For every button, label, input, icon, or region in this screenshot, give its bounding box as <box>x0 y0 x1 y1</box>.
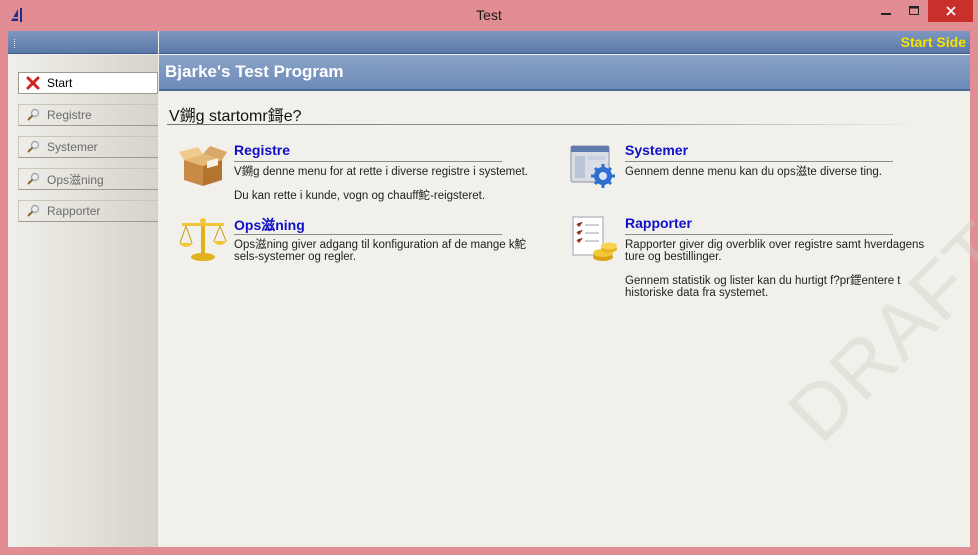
sidebar-item-rapporter[interactable]: Rapporter <box>18 200 158 222</box>
box-icon[interactable] <box>178 142 228 190</box>
sidebar-item-label: Systemer <box>47 140 98 154</box>
tile-divider <box>625 234 893 235</box>
tile-systemer: Systemer Gennem denne menu kan du ops滋te… <box>569 142 959 212</box>
close-icon <box>945 6 956 16</box>
magnifier-icon <box>25 139 41 155</box>
start-side-label[interactable]: Start Side <box>901 34 966 50</box>
sidebar-item-label: Rapporter <box>47 204 101 218</box>
tile-title[interactable]: Systemer <box>625 142 688 158</box>
page-question: V鎙g startomr鎶e? <box>169 108 302 125</box>
tile-title[interactable]: Registre <box>234 142 290 158</box>
tile-desc-text: Gennem denne menu kan du ops滋te diverse … <box>625 166 882 178</box>
tile-title[interactable]: Rapporter <box>625 215 692 231</box>
sidebar-item-registre[interactable]: Registre <box>18 104 158 126</box>
tile-desc-text: Du kan rette i kunde, vogn og chauff鮀-re… <box>234 190 486 202</box>
maximize-button[interactable] <box>900 0 928 22</box>
tile-title[interactable]: Ops滋ning <box>234 215 305 235</box>
window-title: Test <box>476 7 502 23</box>
tile-opsaetning: Ops滋ning Ops滋ning giver adgang til konfi… <box>178 215 558 285</box>
magnifier-icon <box>25 203 41 219</box>
sidebar-item-label: Ops滋ning <box>47 172 104 187</box>
tile-desc-text: V鎙g denne menu for at rette i diverse re… <box>234 166 529 178</box>
tile-description: Ops滋ning giver adgang til konfiguration … <box>234 239 534 275</box>
tile-description: Gennem denne menu kan du ops滋te diverse … <box>625 166 945 190</box>
sidebar-toolbar <box>8 31 158 54</box>
tile-desc-text: Ops滋ning giver adgang til konfiguration … <box>234 239 527 263</box>
magnifier-icon <box>25 171 41 187</box>
divider <box>167 124 927 125</box>
tile-description: V鎙g denne menu for at rette i diverse re… <box>234 166 554 214</box>
toolbar-grip-icon[interactable] <box>14 39 17 48</box>
tile-desc-text: Rapporter giver dig overblik over regist… <box>625 239 925 263</box>
program-title: Bjarke's Test Program <box>165 62 344 81</box>
system-gear-icon[interactable] <box>569 142 619 190</box>
sidebar-item-start[interactable]: Start <box>18 72 158 94</box>
sidebar-item-label: Registre <box>47 108 92 122</box>
minimize-button[interactable] <box>872 0 900 22</box>
maximize-icon <box>909 6 919 15</box>
app-window: Test Start Side Start Registre Systemer … <box>0 0 978 555</box>
sidebar-item-label: Start <box>47 76 73 90</box>
scales-icon[interactable] <box>178 215 228 263</box>
tile-divider <box>234 234 502 235</box>
title-bar: Test <box>0 0 978 31</box>
sidebar-item-opsaetning[interactable]: Ops滋ning <box>18 168 158 190</box>
close-x-icon <box>25 75 41 91</box>
tile-registre: Registre V鎙g denne menu for at rette i d… <box>178 142 558 212</box>
report-coins-icon[interactable] <box>569 215 619 263</box>
client-area: Start Side Start Registre Systemer Ops滋n… <box>8 31 970 547</box>
tile-divider <box>625 161 893 162</box>
sidebar: Start Registre Systemer Ops滋ning Rapport… <box>8 55 158 547</box>
tile-divider <box>234 161 502 162</box>
minimize-icon <box>881 13 891 15</box>
magnifier-icon <box>25 107 41 123</box>
page-header: Bjarke's Test Program <box>159 55 970 91</box>
close-button[interactable] <box>928 0 973 22</box>
sidebar-item-systemer[interactable]: Systemer <box>18 136 158 158</box>
top-toolbar: Start Side <box>159 31 970 54</box>
